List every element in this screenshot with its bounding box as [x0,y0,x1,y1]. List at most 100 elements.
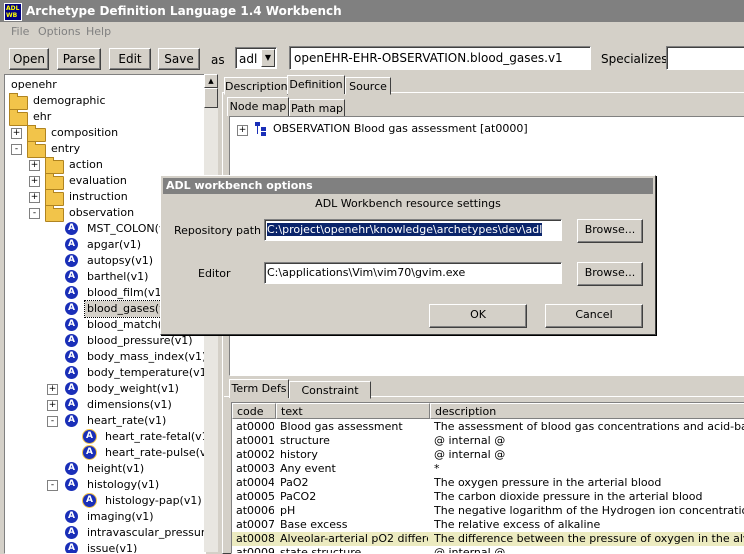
menu-file[interactable]: File [11,25,29,38]
table-cell[interactable]: at0008 [236,532,274,546]
cancel-button[interactable]: Cancel [545,304,643,328]
editor-browse-button[interactable]: Browse... [577,262,643,286]
table-cell[interactable]: history [280,448,428,462]
edit-button[interactable]: Edit [109,48,151,70]
term-table[interactable]: code text description at0000 Blood gas asses… [231,402,744,554]
tab-node-map[interactable]: Node map [227,97,289,116]
editor-path-field[interactable]: C:\applications\Vim\vim70\gvim.exe [264,262,562,284]
table-cell[interactable]: Any event [280,462,428,476]
table-cell[interactable]: The difference between the pressure of o… [434,532,744,546]
table-cell[interactable]: * [434,462,744,476]
expand-icon[interactable]: + [29,192,40,203]
tab-path-map[interactable]: Path map [289,99,345,117]
archetype-id-field[interactable]: openEHR-EHR-OBSERVATION.blood_gases.v1 [289,46,591,70]
tree-item[interactable]: histology-pap(v1) [103,493,204,509]
node-map-root-label[interactable]: OBSERVATION Blood gas assessment [at0000… [273,122,528,135]
tree-item[interactable]: apgar(v1) [85,237,143,253]
tree-item[interactable]: entry [49,141,82,157]
ok-button[interactable]: OK [429,304,527,328]
collapse-icon[interactable]: - [11,144,22,155]
tree-item[interactable]: ehr [31,109,53,125]
table-cell[interactable]: @ internal @ [434,546,744,553]
tree-item[interactable]: autopsy(v1) [85,253,155,269]
table-cell[interactable]: Base excess [280,518,428,532]
expand-icon[interactable]: + [47,400,58,411]
table-cell[interactable]: at0006 [236,504,274,518]
tree-item[interactable]: imaging(v1) [85,509,156,525]
table-cell[interactable]: PaO2 [280,476,428,490]
table-cell[interactable]: The carbon dioxide pressure in the arter… [434,490,744,504]
tree-item[interactable]: body_mass_index(v1) [85,349,205,365]
chevron-down-icon[interactable]: ▼ [261,49,275,67]
column-header-description[interactable]: description [430,403,744,419]
collapse-icon[interactable]: - [47,416,58,427]
tab-description[interactable]: Description [224,77,288,95]
table-cell[interactable]: at0000 [236,420,274,434]
tree-item[interactable]: blood_pressure(v1) [85,333,195,349]
tree-item[interactable]: barthel(v1) [85,269,150,285]
tab-constraint-defs[interactable]: Constraint Defs [289,381,371,415]
tree-item[interactable]: blood_film(v1) [85,285,168,301]
tree-item[interactable]: observation [67,205,136,221]
format-select[interactable]: adl ▼ [235,47,277,69]
table-cell[interactable]: at0003 [236,462,274,476]
table-cell[interactable]: at0001 [236,434,274,448]
tab-source[interactable]: Source [345,77,391,95]
collapse-icon[interactable]: - [47,480,58,491]
tree-item[interactable]: demographic [31,93,108,109]
collapse-icon[interactable]: - [29,208,40,219]
table-cell[interactable]: at0009 [236,546,274,553]
repository-path-field[interactable]: C:\project\openehr\knowledge\archetypes\… [264,219,562,241]
table-cell[interactable]: The oxygen pressure in the arterial bloo… [434,476,744,490]
save-button[interactable]: Save [158,48,200,70]
tree-item[interactable]: heart_rate-pulse(v1) [103,445,205,461]
tree-item[interactable]: dimensions(v1) [85,397,174,413]
column-header-code[interactable]: code [232,403,276,419]
expand-icon[interactable]: + [29,160,40,171]
table-cell[interactable]: The relative excess of alkaline [434,518,744,532]
table-cell[interactable]: at0004 [236,476,274,490]
table-cell[interactable]: at0002 [236,448,274,462]
tree-item[interactable]: histology(v1) [85,477,161,493]
table-cell[interactable]: @ internal @ [434,434,744,448]
table-cell[interactable]: at0005 [236,490,274,504]
table-cell[interactable]: Alveolar-arterial pO2 difference [280,532,428,546]
tree-item[interactable]: composition [49,125,120,141]
expand-icon[interactable]: + [47,384,58,395]
table-cell[interactable]: Blood gas assessment [280,420,428,434]
open-button[interactable]: Open [9,48,49,70]
expand-icon[interactable]: + [237,125,248,136]
tab-term-defs[interactable]: Term Defs [229,379,289,398]
tree-item[interactable]: heart_rate-fetal(v1) [103,429,205,445]
tree-item[interactable]: body_temperature(v1) [85,365,205,381]
tree-item[interactable]: instruction [67,189,130,205]
table-cell[interactable]: @ internal @ [434,448,744,462]
menu-help[interactable]: Help [86,25,111,38]
repository-browse-button[interactable]: Browse... [577,219,643,243]
tree-item[interactable]: heart_rate(v1) [85,413,168,429]
expand-icon[interactable]: + [11,128,22,139]
table-cell[interactable]: The negative logarithm of the Hydrogen i… [434,504,744,518]
menu-options[interactable]: Options [38,25,80,38]
adl-app-icon[interactable]: ADL WB [4,3,22,21]
table-cell[interactable]: at0007 [236,518,274,532]
tree-item[interactable]: action [67,157,105,173]
expand-icon[interactable]: + [29,176,40,187]
table-cell[interactable]: The assessment of blood gas concentratio… [434,420,744,434]
scroll-thumb[interactable] [204,88,218,108]
tree-item[interactable]: issue(v1) [85,541,139,553]
tab-definition[interactable]: Definition [287,75,345,94]
table-cell[interactable]: PaCO2 [280,490,428,504]
table-cell[interactable]: structure [280,434,428,448]
table-cell[interactable]: state structure [280,546,428,553]
specializes-field[interactable] [666,46,744,70]
parse-button[interactable]: Parse [57,48,101,70]
tree-item[interactable]: height(v1) [85,461,146,477]
tree-item[interactable]: openehr [9,77,59,93]
tree-item[interactable]: evaluation [67,173,129,189]
scroll-up-icon[interactable]: ▲ [204,74,218,88]
tree-item[interactable]: intravascular_pressure(v1) [85,525,205,541]
table-cell[interactable]: pH [280,504,428,518]
column-header-text[interactable]: text [276,403,430,419]
tree-item[interactable]: body_weight(v1) [85,381,181,397]
